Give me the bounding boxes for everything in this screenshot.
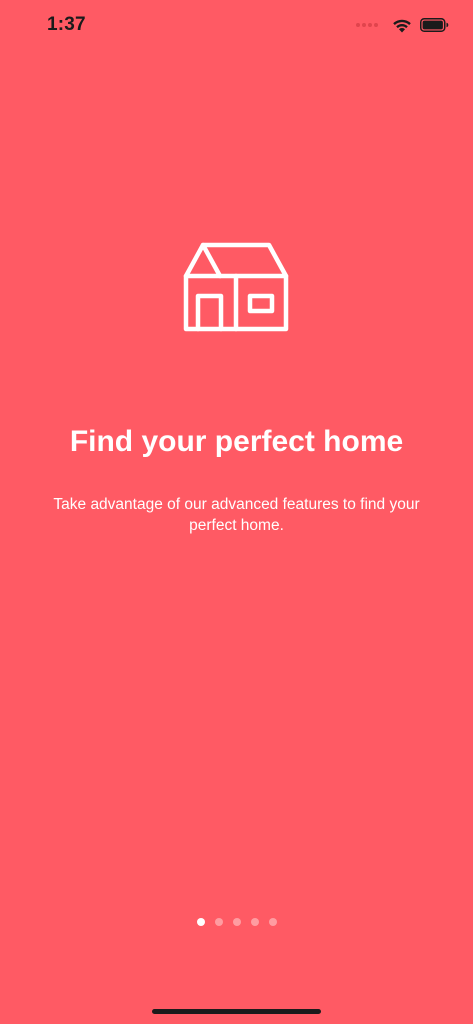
status-time: 1:37 xyxy=(47,14,86,35)
page-dot-5[interactable] xyxy=(268,918,277,926)
page-dot-1[interactable] xyxy=(196,918,205,926)
page-dot-4[interactable] xyxy=(250,918,259,926)
page-dot-3[interactable] xyxy=(232,918,241,926)
page-dot-2[interactable] xyxy=(214,918,223,926)
page-description: Take advantage of our advanced features … xyxy=(53,496,420,534)
page-title: Find your perfect home xyxy=(69,425,404,458)
onboarding-screen: 1:37 Find your perfect home Take advanta… xyxy=(0,0,473,1024)
battery-icon xyxy=(420,18,449,32)
wifi-icon xyxy=(393,19,411,32)
cellular-dots-icon xyxy=(356,23,380,27)
status-indicators xyxy=(356,15,449,35)
status-bar: 1:37 xyxy=(0,0,473,50)
house-icon xyxy=(183,242,289,332)
home-indicator[interactable] xyxy=(152,1009,321,1014)
page-indicator[interactable] xyxy=(0,918,473,926)
